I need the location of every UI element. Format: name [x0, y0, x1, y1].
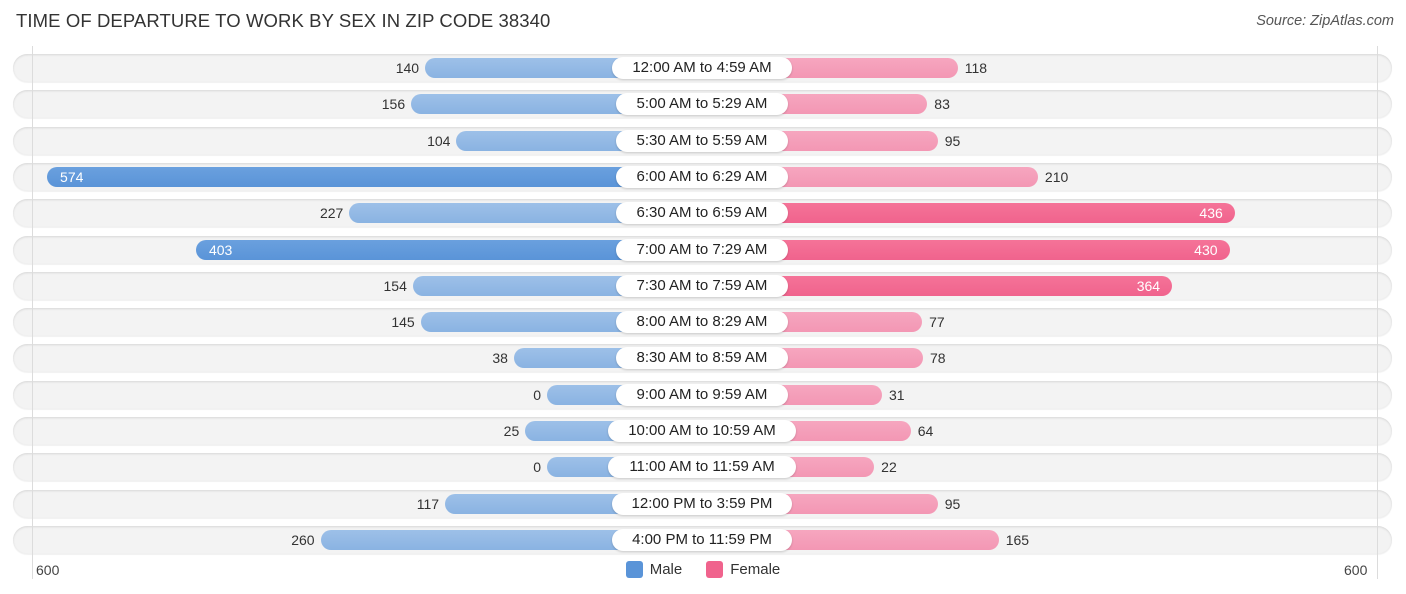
category-label: 11:00 AM to 11:59 AM	[608, 456, 796, 479]
category-label: 6:00 AM to 6:29 AM	[616, 165, 788, 188]
value-label-female: 77	[929, 314, 945, 331]
legend-swatch-male	[625, 561, 643, 578]
legend-item-male[interactable]: Male	[625, 561, 683, 578]
value-label-male: 227	[319, 205, 344, 222]
category-label: 7:00 AM to 7:29 AM	[616, 238, 788, 261]
category-label: 5:00 AM to 5:29 AM	[616, 93, 788, 116]
left-axis-line	[32, 46, 33, 579]
value-label-male: 154	[383, 277, 407, 294]
category-label: 10:00 AM to 10:59 AM	[608, 420, 796, 442]
value-label-female: 64	[917, 423, 934, 439]
category-label: 9:00 AM to 9:59 AM	[616, 383, 788, 406]
value-label-female: 83	[934, 96, 950, 113]
value-label-female: 364	[1136, 277, 1161, 294]
category-label: 12:00 PM to 3:59 PM	[612, 492, 792, 515]
value-label-female: 165	[1005, 531, 1030, 548]
value-label-male: 403	[208, 241, 233, 258]
value-label-female: 22	[881, 459, 897, 476]
right-axis-line	[1377, 46, 1378, 579]
value-label-female: 95	[944, 495, 961, 512]
value-label-male: 25	[503, 423, 520, 439]
category-label: 4:00 PM to 11:59 PM	[612, 528, 792, 551]
value-label-female: 210	[1044, 168, 1069, 185]
value-label-male: 0	[533, 459, 541, 476]
value-label-male: 145	[391, 314, 415, 331]
value-label-female: 95	[944, 132, 961, 149]
value-label-female: 78	[929, 350, 946, 367]
value-label-male: 140	[395, 60, 420, 76]
value-label-male: 117	[416, 495, 440, 512]
value-label-female: 118	[964, 60, 988, 76]
legend: Male Female	[0, 561, 1406, 578]
value-label-male: 104	[427, 132, 451, 149]
chart-area: 140 118 12:00 AM to 4:59 AM 156 83 5:00 AM to…	[0, 0, 1406, 594]
value-label-male: 38	[492, 350, 508, 367]
value-label-female: 31	[889, 386, 905, 403]
value-label-male: 156	[381, 96, 406, 113]
category-label: 5:30 AM to 5:59 AM	[616, 129, 788, 152]
category-label: 8:00 AM to 8:29 AM	[616, 311, 788, 334]
value-label-male: 574	[60, 168, 84, 185]
value-label-male: 260	[291, 531, 315, 548]
category-label: 8:30 AM to 8:59 AM	[616, 347, 788, 370]
category-label: 7:30 AM to 7:59 AM	[616, 274, 788, 297]
bar-male[interactable]	[47, 166, 702, 187]
legend-label-male: Male	[649, 561, 683, 578]
category-label: 6:30 AM to 6:59 AM	[616, 202, 788, 225]
value-label-male: 0	[533, 386, 541, 403]
value-label-female: 436	[1199, 205, 1223, 222]
legend-swatch-female	[706, 561, 724, 578]
value-label-female: 430	[1194, 241, 1218, 258]
legend-label-female: Female	[730, 561, 781, 578]
category-label: 12:00 AM to 4:59 AM	[612, 57, 792, 79]
legend-item-female[interactable]: Female	[706, 561, 780, 578]
